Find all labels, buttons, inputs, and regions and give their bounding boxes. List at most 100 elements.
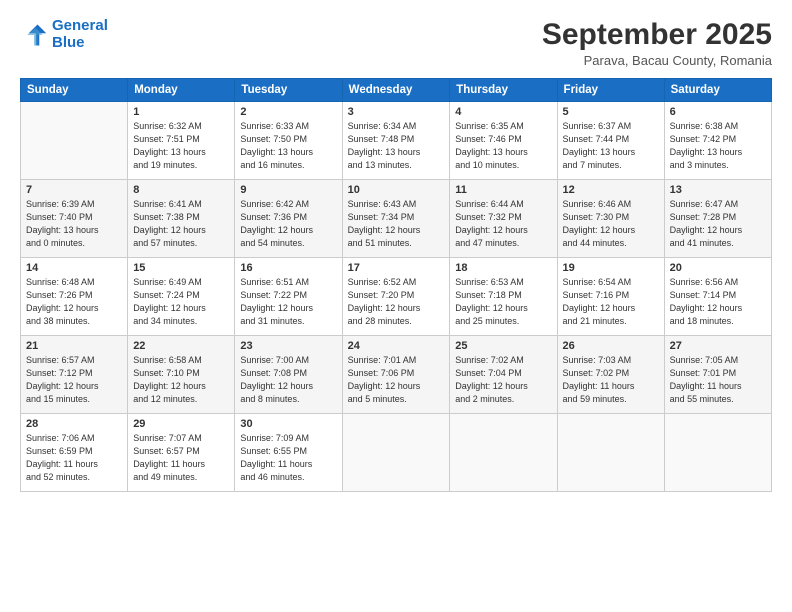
table-row: [450, 414, 557, 492]
day-info: Sunrise: 7:03 AM Sunset: 7:02 PM Dayligh…: [563, 354, 659, 406]
day-number: 28: [26, 418, 122, 430]
day-number: 4: [455, 106, 551, 118]
day-info: Sunrise: 6:41 AM Sunset: 7:38 PM Dayligh…: [133, 198, 229, 250]
table-row: 7Sunrise: 6:39 AM Sunset: 7:40 PM Daylig…: [21, 180, 128, 258]
day-info: Sunrise: 6:49 AM Sunset: 7:24 PM Dayligh…: [133, 276, 229, 328]
table-row: 5Sunrise: 6:37 AM Sunset: 7:44 PM Daylig…: [557, 102, 664, 180]
header-thursday: Thursday: [450, 79, 557, 102]
table-row: 27 Sunrise: 7:05 AM Sunset: 7:01 PM Dayli…: [664, 336, 771, 414]
calendar-week-1: 1 Sunrise: 6:32 AM Sunset: 7:51 PM Daylig…: [21, 102, 772, 180]
day-number: 29: [133, 418, 229, 430]
day-info: Sunrise: 6:47 AM Sunset: 7:28 PM Dayligh…: [670, 198, 766, 250]
table-row: 1 Sunrise: 6:32 AM Sunset: 7:51 PM Daylig…: [128, 102, 235, 180]
table-row: 26 Sunrise: 7:03 AM Sunset: 7:02 PM Dayli…: [557, 336, 664, 414]
day-info: Sunrise: 6:32 AM Sunset: 7:51 PM Dayligh…: [133, 120, 229, 172]
table-row: 14Sunrise: 6:48 AM Sunset: 7:26 PM Dayli…: [21, 258, 128, 336]
day-number: 5: [563, 106, 659, 118]
day-info: Sunrise: 6:33 AM Sunset: 7:50 PM Dayligh…: [240, 120, 336, 172]
table-row: 16 Sunrise: 6:51 AM Sunset: 7:22 PM Dayli…: [235, 258, 342, 336]
day-number: 16: [240, 262, 336, 274]
table-row: 18 Sunrise: 6:53 AM Sunset: 7:18 PM Dayli…: [450, 258, 557, 336]
table-row: 19 Sunrise: 6:54 AM Sunset: 7:16 PM Dayli…: [557, 258, 664, 336]
day-number: 25: [455, 340, 551, 352]
day-info: Sunrise: 7:05 AM Sunset: 7:01 PM Dayligh…: [670, 354, 766, 406]
calendar-table: Sunday Monday Tuesday Wednesday Thursday…: [20, 78, 772, 492]
table-row: 24 Sunrise: 7:01 AM Sunset: 7:06 PM Dayli…: [342, 336, 450, 414]
day-info: Sunrise: 7:02 AM Sunset: 7:04 PM Dayligh…: [455, 354, 551, 406]
day-info: Sunrise: 6:46 AM Sunset: 7:30 PM Dayligh…: [563, 198, 659, 250]
header: General Blue September 2025 Parava, Baca…: [20, 18, 772, 68]
table-row: 12 Sunrise: 6:46 AM Sunset: 7:30 PM Dayli…: [557, 180, 664, 258]
day-number: 7: [26, 184, 122, 196]
day-number: 15: [133, 262, 229, 274]
header-tuesday: Tuesday: [235, 79, 342, 102]
day-number: 10: [348, 184, 445, 196]
day-info: Sunrise: 6:56 AM Sunset: 7:14 PM Dayligh…: [670, 276, 766, 328]
header-saturday: Saturday: [664, 79, 771, 102]
table-row: 4 Sunrise: 6:35 AM Sunset: 7:46 PM Daylig…: [450, 102, 557, 180]
table-row: 11Sunrise: 6:44 AM Sunset: 7:32 PM Dayli…: [450, 180, 557, 258]
table-row: 8 Sunrise: 6:41 AM Sunset: 7:38 PM Daylig…: [128, 180, 235, 258]
day-info: Sunrise: 6:42 AM Sunset: 7:36 PM Dayligh…: [240, 198, 336, 250]
day-info: Sunrise: 6:53 AM Sunset: 7:18 PM Dayligh…: [455, 276, 551, 328]
day-info: Sunrise: 6:58 AM Sunset: 7:10 PM Dayligh…: [133, 354, 229, 406]
page: General Blue September 2025 Parava, Baca…: [0, 0, 792, 612]
day-number: 9: [240, 184, 336, 196]
day-number: 17: [348, 262, 445, 274]
day-number: 8: [133, 184, 229, 196]
day-number: 14: [26, 262, 122, 274]
table-row: 29 Sunrise: 7:07 AM Sunset: 6:57 PM Dayli…: [128, 414, 235, 492]
logo: General Blue: [20, 18, 108, 51]
logo-general: General: [52, 17, 108, 34]
table-row: 9 Sunrise: 6:42 AM Sunset: 7:36 PM Daylig…: [235, 180, 342, 258]
day-number: 27: [670, 340, 766, 352]
table-row: [664, 414, 771, 492]
calendar-week-5: 28 Sunrise: 7:06 AM Sunset: 6:59 PM Dayli…: [21, 414, 772, 492]
day-number: 20: [670, 262, 766, 274]
table-row: 20 Sunrise: 6:56 AM Sunset: 7:14 PM Dayli…: [664, 258, 771, 336]
calendar-week-4: 21 Sunrise: 6:57 AM Sunset: 7:12 PM Dayli…: [21, 336, 772, 414]
day-number: 11: [455, 184, 551, 196]
day-number: 23: [240, 340, 336, 352]
table-row: [21, 102, 128, 180]
table-row: [557, 414, 664, 492]
day-info: Sunrise: 6:54 AM Sunset: 7:16 PM Dayligh…: [563, 276, 659, 328]
month-title: September 2025: [542, 18, 772, 51]
table-row: 10 Sunrise: 6:43 AM Sunset: 7:34 PM Dayli…: [342, 180, 450, 258]
header-wednesday: Wednesday: [342, 79, 450, 102]
day-info: Sunrise: 6:51 AM Sunset: 7:22 PM Dayligh…: [240, 276, 336, 328]
day-number: 24: [348, 340, 445, 352]
day-number: 12: [563, 184, 659, 196]
logo-icon: [20, 21, 48, 49]
header-row: Sunday Monday Tuesday Wednesday Thursday…: [21, 79, 772, 102]
calendar-week-3: 14Sunrise: 6:48 AM Sunset: 7:26 PM Dayli…: [21, 258, 772, 336]
day-info: Sunrise: 6:52 AM Sunset: 7:20 PM Dayligh…: [348, 276, 445, 328]
day-number: 6: [670, 106, 766, 118]
header-friday: Friday: [557, 79, 664, 102]
day-number: 13: [670, 184, 766, 196]
day-info: Sunrise: 6:34 AM Sunset: 7:48 PM Dayligh…: [348, 120, 445, 172]
day-number: 18: [455, 262, 551, 274]
day-number: 1: [133, 106, 229, 118]
day-number: 19: [563, 262, 659, 274]
table-row: 15 Sunrise: 6:49 AM Sunset: 7:24 PM Dayli…: [128, 258, 235, 336]
day-number: 2: [240, 106, 336, 118]
calendar-week-2: 7Sunrise: 6:39 AM Sunset: 7:40 PM Daylig…: [21, 180, 772, 258]
day-number: 21: [26, 340, 122, 352]
day-number: 22: [133, 340, 229, 352]
day-info: Sunrise: 6:43 AM Sunset: 7:34 PM Dayligh…: [348, 198, 445, 250]
day-number: 26: [563, 340, 659, 352]
day-info: Sunrise: 7:07 AM Sunset: 6:57 PM Dayligh…: [133, 432, 229, 484]
table-row: 21 Sunrise: 6:57 AM Sunset: 7:12 PM Dayli…: [21, 336, 128, 414]
day-info: Sunrise: 6:35 AM Sunset: 7:46 PM Dayligh…: [455, 120, 551, 172]
table-row: 23 Sunrise: 7:00 AM Sunset: 7:08 PM Dayli…: [235, 336, 342, 414]
table-row: 6Sunrise: 6:38 AM Sunset: 7:42 PM Daylig…: [664, 102, 771, 180]
table-row: 30Sunrise: 7:09 AM Sunset: 6:55 PM Dayli…: [235, 414, 342, 492]
day-info: Sunrise: 7:01 AM Sunset: 7:06 PM Dayligh…: [348, 354, 445, 406]
header-monday: Monday: [128, 79, 235, 102]
table-row: 3Sunrise: 6:34 AM Sunset: 7:48 PM Daylig…: [342, 102, 450, 180]
day-info: Sunrise: 6:57 AM Sunset: 7:12 PM Dayligh…: [26, 354, 122, 406]
day-info: Sunrise: 7:00 AM Sunset: 7:08 PM Dayligh…: [240, 354, 336, 406]
day-info: Sunrise: 7:06 AM Sunset: 6:59 PM Dayligh…: [26, 432, 122, 484]
logo-text: General Blue: [52, 18, 108, 51]
